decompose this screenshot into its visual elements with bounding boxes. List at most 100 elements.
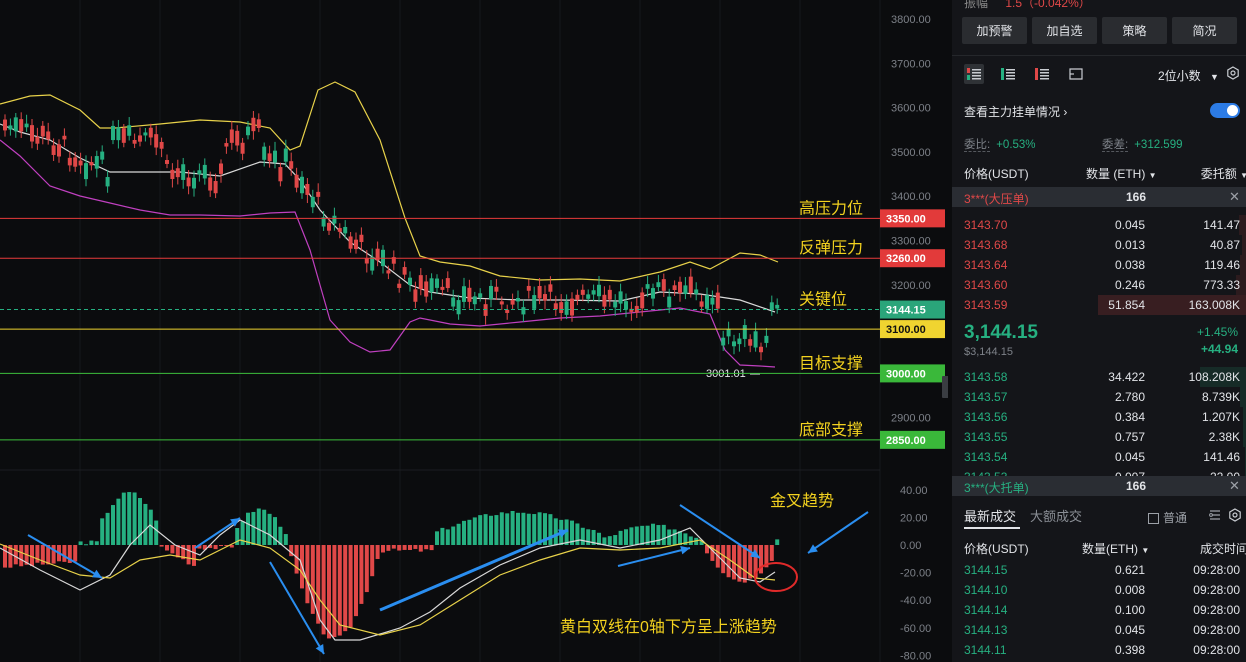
candle-body <box>656 282 661 288</box>
candle-body <box>327 222 331 231</box>
trade-row[interactable]: 3144.11 0.398 09:28:00 <box>952 640 1246 660</box>
asks-only-view-icon[interactable] <box>1032 64 1052 84</box>
bid-row[interactable]: 3143.54 0.045 141.46 <box>952 447 1246 467</box>
candle-body <box>418 275 423 290</box>
chevron-right-icon: › <box>1063 105 1068 119</box>
kline-chart-area[interactable]: 3800.00 3700.00 3600.00 3500.00 3400.00 3300.… <box>0 0 948 662</box>
price-axis-label: 3600.00 <box>891 103 931 115</box>
trend-arrow-shaft <box>617 547 691 567</box>
bollinger-lower-line <box>0 139 776 368</box>
trade-qty: 0.100 <box>1114 603 1145 617</box>
ask-price: 3143.59 <box>964 298 1008 312</box>
qty-column-header[interactable]: 数量 (ETH) ▼ <box>1086 165 1157 182</box>
candle-body <box>526 285 531 291</box>
add-watchlist-button[interactable]: 加自选 <box>1032 17 1097 44</box>
ask-row[interactable]: 3143.68 0.013 40.87 <box>952 235 1246 255</box>
candle-body <box>699 301 704 307</box>
candle-body <box>678 281 682 294</box>
big-ask-tag[interactable]: 3***(大压单) 166 ✕ <box>952 187 1246 207</box>
macd-histogram-bar <box>483 514 488 545</box>
trade-price: 3144.11 <box>964 643 1007 657</box>
level-price-text: 3350.00 <box>886 213 926 225</box>
trade-row[interactable]: 3144.13 0.045 09:28:00 <box>952 620 1246 640</box>
big-bid-tag[interactable]: 3***(大托单) 166 ✕ <box>952 476 1246 496</box>
view-main-orders-label: 查看主力挂单情况 <box>964 105 1061 119</box>
filter-icon[interactable] <box>1208 508 1222 525</box>
macd-histogram-bar <box>30 545 34 567</box>
bids-only-view-icon[interactable] <box>998 64 1018 84</box>
depth-bar <box>1239 215 1246 235</box>
ask-row[interactable]: 3143.70 0.045 141.47 <box>952 215 1246 235</box>
price-axis-label: 3800.00 <box>891 14 931 26</box>
candle-body <box>570 298 574 316</box>
overview-button[interactable]: 简况 <box>1172 17 1237 44</box>
add-alert-button[interactable]: 加预警 <box>962 17 1027 44</box>
golden-cross-label: 金叉趋势 <box>770 492 834 510</box>
ask-row[interactable]: 3143.60 0.246 773.33 <box>952 275 1246 295</box>
macd-histogram-bar <box>613 535 618 545</box>
last-price: 3,144.15 <box>964 322 1038 343</box>
bid-row[interactable]: 3143.55 0.757 2.38K <box>952 427 1246 447</box>
macd-histogram-bar <box>13 545 18 565</box>
settings-hex-icon[interactable] <box>1228 508 1242 525</box>
kline-chart[interactable]: 3800.00 3700.00 3600.00 3500.00 3400.00 3300.… <box>0 0 948 662</box>
strategy-button[interactable]: 策略 <box>1102 17 1167 44</box>
close-icon[interactable]: ✕ <box>1229 189 1240 205</box>
settings-hex-icon[interactable] <box>1226 66 1240 83</box>
candle-body <box>251 117 256 132</box>
trade-qty-header[interactable]: 数量(ETH) ▼ <box>1082 540 1149 557</box>
chevron-down-icon: ▼ <box>1210 72 1219 82</box>
candle-body <box>640 292 645 309</box>
view-main-orders-link[interactable]: 查看主力挂单情况 › <box>964 103 1067 120</box>
trade-price: 3144.15 <box>964 563 1008 577</box>
macd-histogram-bar <box>402 545 407 550</box>
bollinger-upper-line <box>0 81 779 282</box>
macd-histogram-bar <box>451 526 456 545</box>
candle-body <box>13 117 18 132</box>
tab-large-trades[interactable]: 大额成交 <box>1030 509 1082 524</box>
macd-histogram-bar <box>127 492 132 545</box>
normal-checkbox[interactable]: 普通 <box>1148 509 1187 526</box>
trade-qty: 0.008 <box>1114 583 1145 597</box>
trade-row[interactable]: 3144.15 0.621 09:28:00 <box>952 560 1246 580</box>
macd-histogram-bar <box>672 529 677 545</box>
candle-body <box>435 278 439 288</box>
candle-body <box>543 294 547 301</box>
candle-body <box>386 270 391 274</box>
tab-latest-trades[interactable]: 最新成交 <box>964 509 1016 524</box>
candle-body <box>505 309 510 313</box>
trades-view-icon[interactable] <box>1066 64 1086 84</box>
close-icon[interactable]: ✕ <box>1229 478 1240 494</box>
trade-row[interactable]: 3144.14 0.100 09:28:00 <box>952 600 1246 620</box>
big-ask-label: 3***(大压单) <box>964 192 1029 206</box>
trade-time: 09:28:00 <box>1193 643 1240 657</box>
candle-body <box>591 290 596 295</box>
ask-price: 3143.68 <box>964 238 1008 252</box>
chart-resize-handle[interactable] <box>942 376 948 398</box>
ask-row[interactable]: 3143.64 0.038 119.46 <box>952 255 1246 275</box>
main-orders-toggle[interactable] <box>1210 103 1240 118</box>
candle-body <box>224 143 229 147</box>
candle-body <box>651 288 655 299</box>
bid-row[interactable]: 3143.56 0.384 1.207K <box>952 407 1246 427</box>
price-column-header: 价格(USDT) <box>964 167 1029 181</box>
bid-row[interactable]: 3143.57 2.780 8.739K <box>952 387 1246 407</box>
macd-histogram-bar <box>634 526 639 545</box>
candle-body <box>181 164 186 180</box>
macd-axis-label: -60.00 <box>900 623 931 635</box>
trade-price: 3144.14 <box>964 603 1008 617</box>
candle-body <box>84 163 88 180</box>
bid-row[interactable]: 3143.58 34.422 108.208K <box>952 367 1246 387</box>
ask-qty: 0.013 <box>1114 238 1145 252</box>
trade-row[interactable]: 3144.10 0.008 09:28:00 <box>952 580 1246 600</box>
low-price-marker: 3001.01 <box>706 368 746 380</box>
ask-row[interactable]: 3143.59 51.854 163.008K <box>952 295 1246 315</box>
total-column-header[interactable]: 委托额 ▼ <box>1201 165 1246 182</box>
macd-histogram-bar <box>688 536 693 545</box>
candle-body <box>472 296 477 305</box>
both-sides-view-icon[interactable] <box>964 64 984 84</box>
decimal-select[interactable]: 2位小数 ▼ <box>1158 67 1219 84</box>
macd-axis-label: 0.00 <box>900 540 921 552</box>
candle-body <box>440 286 445 290</box>
candle-body <box>67 157 72 166</box>
